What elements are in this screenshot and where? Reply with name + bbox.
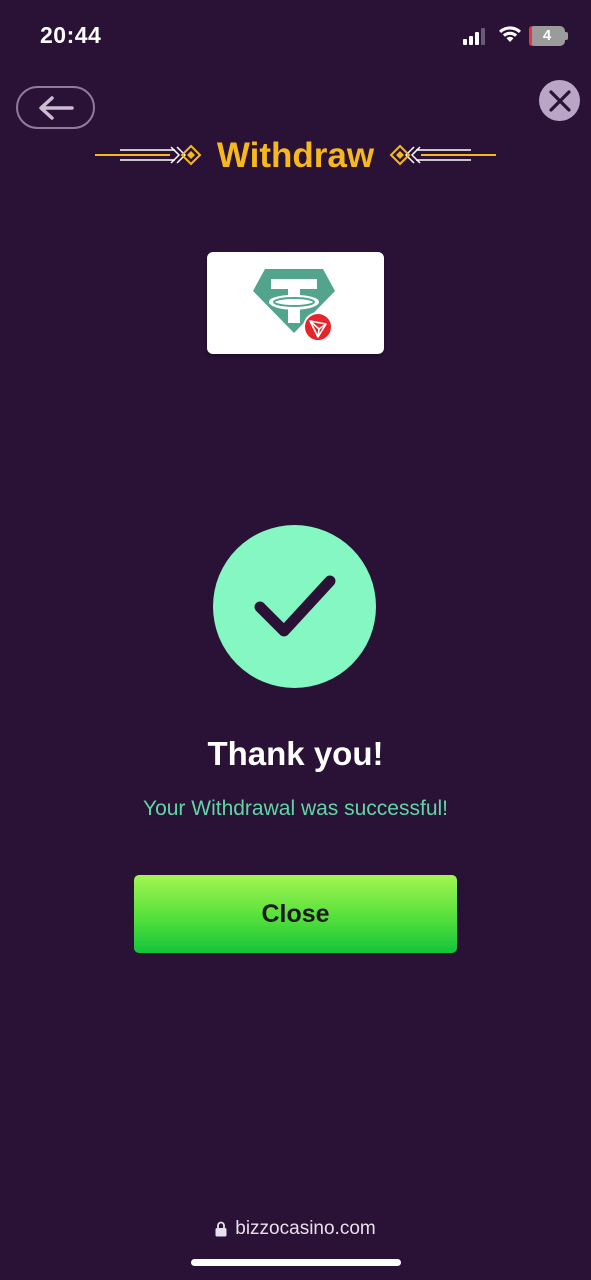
tether-trc20-icon <box>253 269 335 341</box>
page-title: Withdraw <box>216 136 375 175</box>
thank-you-heading: Thank you! <box>207 735 384 772</box>
success-message: Your Withdrawal was successful! <box>142 797 448 820</box>
arrow-left-icon <box>38 95 74 120</box>
battery-icon: 4 <box>529 26 565 46</box>
success-circle <box>213 525 376 688</box>
title-decoration-right-icon <box>389 144 496 166</box>
close-x-button[interactable] <box>539 80 580 121</box>
checkmark-icon <box>254 575 335 636</box>
battery-tip <box>565 32 568 40</box>
url-text: bizzocasino.com <box>235 1218 376 1239</box>
close-icon <box>548 89 571 112</box>
lock-icon <box>215 1221 227 1237</box>
withdraw-success-screen: 20:44 4 Withdraw Thank you! Your Withdra… <box>0 0 591 1280</box>
payment-method-card <box>207 252 384 354</box>
battery-level: 4 <box>542 27 552 44</box>
wifi-icon <box>499 26 521 42</box>
status-bar: 20:44 4 <box>0 0 591 70</box>
battery-fill <box>529 26 532 46</box>
home-indicator[interactable] <box>191 1259 401 1266</box>
cellular-signal-icon <box>463 28 485 45</box>
status-time: 20:44 <box>40 22 102 48</box>
title-row: Withdraw <box>0 130 591 180</box>
browser-url-bar[interactable]: bizzocasino.com <box>0 1215 591 1243</box>
close-button[interactable]: Close <box>134 875 457 953</box>
back-button[interactable] <box>16 86 95 129</box>
